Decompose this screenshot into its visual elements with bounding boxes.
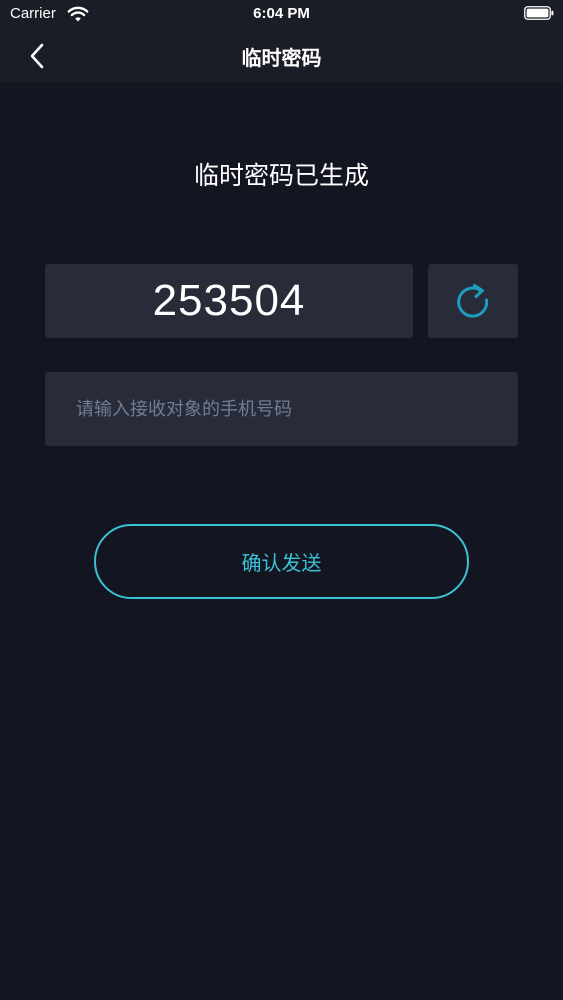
generated-heading: 临时密码已生成 — [193, 161, 369, 190]
navigation-bar: 临时密码 — [0, 30, 563, 82]
page-title: 临时密码 — [241, 46, 322, 70]
temporary-password: 253504 — [152, 276, 306, 325]
battery-icon — [524, 6, 554, 20]
phone-number-input[interactable] — [45, 372, 518, 446]
password-display: 253504 — [45, 264, 413, 338]
phone-input-container — [45, 372, 518, 446]
confirm-send-button[interactable]: 确认发送 — [94, 524, 469, 599]
refresh-icon — [457, 284, 489, 318]
status-bar: Carrier 6:04 PM — [0, 0, 563, 30]
status-time: 6:04 PM — [253, 5, 310, 22]
refresh-password-button[interactable] — [428, 264, 518, 338]
